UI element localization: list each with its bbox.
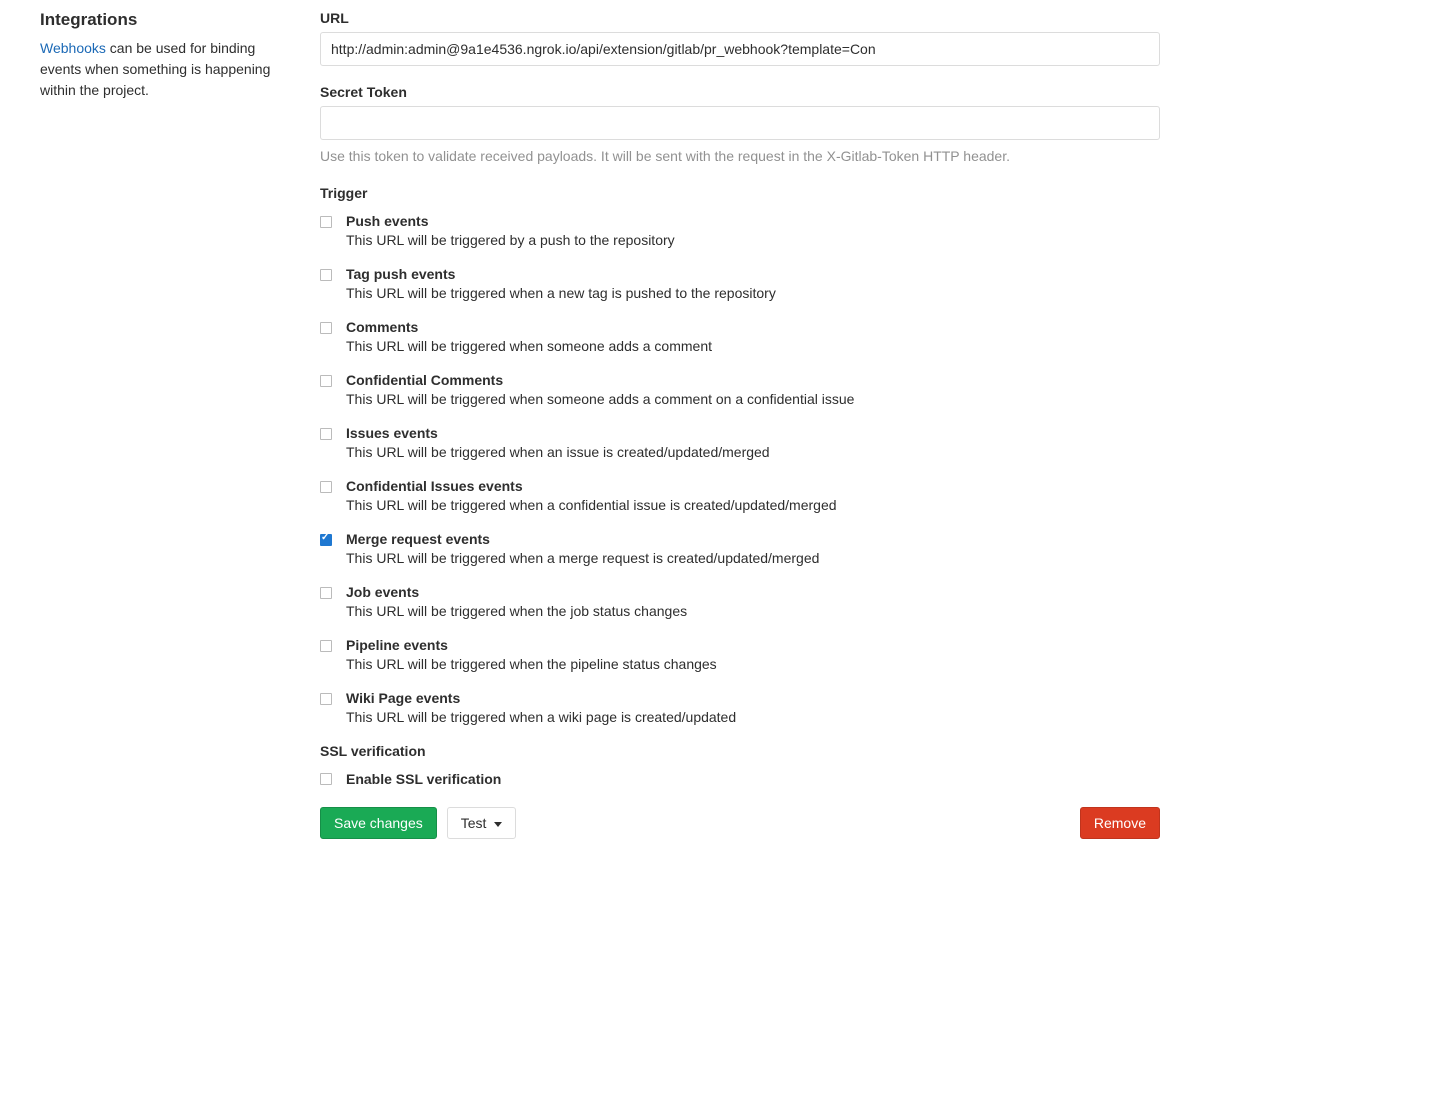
trigger-item: Pipeline events This URL will be triggere… (320, 637, 1160, 672)
trigger-item: Confidential Comments This URL will be tr… (320, 372, 1160, 407)
trigger-checkbox[interactable] (320, 693, 332, 705)
trigger-title: Comments (346, 319, 1160, 335)
secret-token-input[interactable] (320, 106, 1160, 140)
trigger-description: This URL will be triggered by a push to … (346, 232, 1160, 248)
trigger-checkbox[interactable] (320, 640, 332, 652)
ssl-enable-label: Enable SSL verification (346, 771, 501, 787)
trigger-checkbox[interactable] (320, 481, 332, 493)
secret-token-label: Secret Token (320, 84, 1160, 100)
trigger-title: Pipeline events (346, 637, 1160, 653)
secret-token-help: Use this token to validate received payl… (320, 146, 1160, 167)
trigger-checkbox[interactable] (320, 375, 332, 387)
trigger-description: This URL will be triggered when a merge … (346, 550, 1160, 566)
remove-button[interactable]: Remove (1080, 807, 1160, 839)
trigger-checkbox[interactable] (320, 587, 332, 599)
trigger-item: Issues events This URL will be triggered … (320, 425, 1160, 460)
trigger-item: Wiki Page events This URL will be trigger… (320, 690, 1160, 725)
trigger-description: This URL will be triggered when the pipe… (346, 656, 1160, 672)
trigger-title: Push events (346, 213, 1160, 229)
trigger-item: Job events This URL will be triggered whe… (320, 584, 1160, 619)
trigger-title: Merge request events (346, 531, 1160, 547)
trigger-section-label: Trigger (320, 185, 1160, 201)
trigger-description: This URL will be triggered when an issue… (346, 444, 1160, 460)
sidebar-title: Integrations (40, 10, 290, 30)
trigger-description: This URL will be triggered when someone … (346, 338, 1160, 354)
ssl-checkbox[interactable] (320, 773, 332, 785)
trigger-checkbox[interactable] (320, 322, 332, 334)
chevron-down-icon (494, 822, 502, 827)
trigger-description: This URL will be triggered when a wiki p… (346, 709, 1160, 725)
trigger-title: Job events (346, 584, 1160, 600)
main-form: URL Secret Token Use this token to valid… (320, 10, 1160, 839)
sidebar-description: Webhooks can be used for binding events … (40, 38, 290, 101)
trigger-description: This URL will be triggered when the job … (346, 603, 1160, 619)
trigger-title: Wiki Page events (346, 690, 1160, 706)
test-button-label: Test (461, 815, 487, 831)
trigger-checkbox[interactable] (320, 216, 332, 228)
trigger-title: Tag push events (346, 266, 1160, 282)
trigger-description: This URL will be triggered when a confid… (346, 497, 1160, 513)
url-label: URL (320, 10, 1160, 26)
save-button[interactable]: Save changes (320, 807, 437, 839)
trigger-description: This URL will be triggered when a new ta… (346, 285, 1160, 301)
trigger-checkbox[interactable] (320, 428, 332, 440)
test-dropdown-button[interactable]: Test (447, 807, 517, 839)
trigger-title: Confidential Comments (346, 372, 1160, 388)
trigger-item: Push events This URL will be triggered by… (320, 213, 1160, 248)
ssl-section-label: SSL verification (320, 743, 1160, 759)
trigger-item: Merge request events This URL will be tri… (320, 531, 1160, 566)
trigger-item: Confidential Issues events This URL will … (320, 478, 1160, 513)
trigger-item: Tag push events This URL will be triggere… (320, 266, 1160, 301)
trigger-checkbox[interactable] (320, 269, 332, 281)
webhooks-link[interactable]: Webhooks (40, 40, 106, 56)
trigger-checkbox[interactable] (320, 534, 332, 546)
url-input[interactable] (320, 32, 1160, 66)
trigger-description: This URL will be triggered when someone … (346, 391, 1160, 407)
trigger-item: Comments This URL will be triggered when … (320, 319, 1160, 354)
sidebar: Integrations Webhooks can be used for bi… (40, 10, 290, 839)
trigger-title: Confidential Issues events (346, 478, 1160, 494)
trigger-title: Issues events (346, 425, 1160, 441)
